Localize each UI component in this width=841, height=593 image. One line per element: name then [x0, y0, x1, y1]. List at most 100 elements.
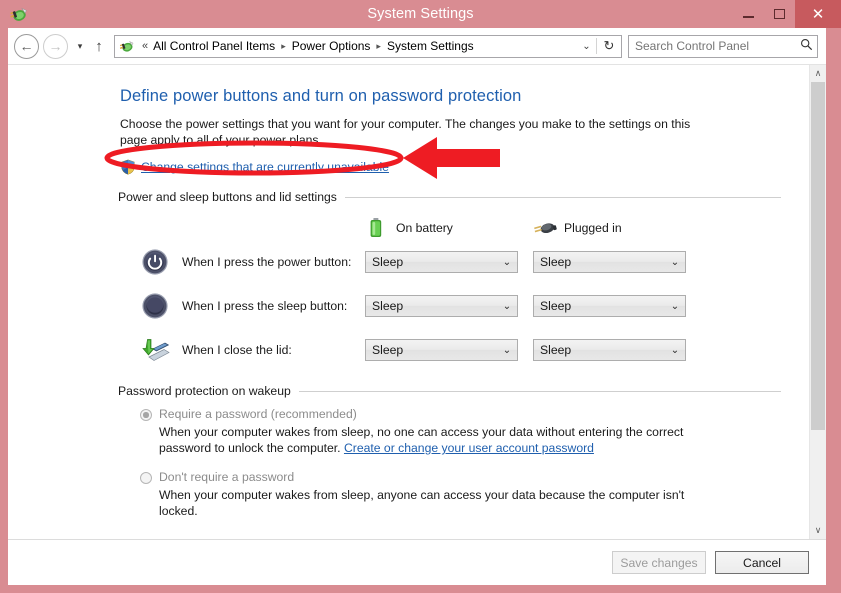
scroll-up-button[interactable]: ∧	[810, 65, 826, 82]
search-icon	[795, 38, 817, 54]
radio-option-no-password[interactable]: Don't require a password	[120, 470, 781, 485]
title-bar[interactable]: System Settings ✕	[0, 0, 841, 28]
chevron-up-icon: ∧	[814, 68, 822, 78]
power-button-on-battery-value: Sleep	[372, 255, 404, 269]
setting-label-sleep-button: When I press the sleep button:	[182, 299, 348, 313]
power-plug-icon	[118, 37, 136, 55]
up-button[interactable]: ↑	[88, 38, 110, 55]
chevron-down-icon: ∨	[814, 525, 822, 535]
chevron-down-icon: ⌄	[670, 256, 680, 268]
breadcrumb-separator-icon[interactable]: ▸	[372, 41, 385, 52]
radio-desc-dont-require-password: When your computer wakes from sleep, any…	[159, 488, 685, 518]
column-header-on-battery-label: On battery	[396, 221, 453, 235]
search-input[interactable]	[629, 38, 795, 54]
back-button[interactable]: ←	[14, 33, 39, 59]
system-settings-window: System Settings ✕ ← → ▾ ↑ « All Control …	[0, 0, 841, 593]
page-intro-text: Choose the power settings that you want …	[120, 117, 691, 147]
power-button-plugged-in-value: Sleep	[540, 255, 572, 269]
sleep-button-plugged-in-dropdown[interactable]: Sleep ⌄	[533, 295, 686, 317]
save-changes-button[interactable]: Save changes	[612, 551, 706, 574]
radio-label-require-password: Require a password (recommended)	[159, 407, 357, 421]
chevron-down-icon: ⌄	[502, 256, 512, 268]
address-dropdown-button[interactable]: ⌄	[577, 41, 596, 52]
power-button-on-battery-dropdown[interactable]: Sleep ⌄	[365, 251, 518, 273]
uac-link-row[interactable]: Change settings that are currently unava…	[120, 158, 781, 176]
window-controls: ✕	[733, 0, 841, 28]
sleep-button-icon	[138, 291, 172, 321]
setting-row-power-button: When I press the power button: Sleep ⌄ S…	[120, 240, 781, 284]
search-box[interactable]	[628, 34, 818, 58]
column-header-plugged-in-label: Plugged in	[564, 221, 622, 235]
password-group-label: Password protection on wakeup	[118, 384, 291, 398]
forward-arrow-icon: →	[48, 38, 63, 54]
page-title: Define power buttons and turn on passwor…	[120, 87, 522, 105]
refresh-icon: ↻	[603, 38, 615, 53]
radio-option-require-password[interactable]: Require a password (recommended)	[120, 407, 781, 422]
chevron-down-icon: ⌄	[670, 300, 680, 312]
recent-pages-button[interactable]: ▾	[72, 41, 88, 52]
breadcrumb-item-power-options[interactable]: Power Options	[290, 39, 373, 53]
setting-label-power-button: When I press the power button:	[182, 255, 352, 269]
chevron-down-icon: ⌄	[670, 344, 680, 356]
group-divider	[344, 196, 781, 198]
scrollbar-track[interactable]	[810, 82, 826, 522]
scrollbar-thumb[interactable]	[811, 82, 825, 430]
setting-label-close-lid: When I close the lid:	[182, 343, 292, 357]
close-lid-on-battery-dropdown[interactable]: Sleep ⌄	[365, 339, 518, 361]
change-settings-unavailable-link[interactable]: Change settings that are currently unava…	[141, 160, 389, 174]
window-title: System Settings	[367, 6, 474, 22]
uac-shield-icon	[120, 159, 136, 175]
vertical-scrollbar[interactable]: ∧ ∨	[809, 65, 826, 539]
address-bar[interactable]: « All Control Panel Items ▸ Power Option…	[114, 34, 622, 58]
content-pane: Define power buttons and turn on passwor…	[8, 65, 809, 539]
sleep-button-plugged-in-value: Sleep	[540, 299, 572, 313]
breadcrumb-item-system-settings[interactable]: System Settings	[385, 39, 476, 53]
power-sleep-group-header: Power and sleep buttons and lid settings	[118, 190, 781, 204]
chevron-down-icon: ⌄	[582, 40, 591, 52]
forward-button[interactable]: →	[43, 33, 68, 59]
breadcrumb-item-all-control-panel-items[interactable]: All Control Panel Items	[151, 39, 277, 53]
sleep-button-on-battery-value: Sleep	[372, 299, 404, 313]
radio-require-password[interactable]	[140, 409, 152, 421]
close-lid-plugged-in-dropdown[interactable]: Sleep ⌄	[533, 339, 686, 361]
power-button-plugged-in-dropdown[interactable]: Sleep ⌄	[533, 251, 686, 273]
radio-dont-require-password[interactable]	[140, 472, 152, 484]
maximize-icon	[774, 9, 785, 19]
setting-row-close-lid: When I close the lid: Sleep ⌄ Sleep ⌄	[120, 328, 781, 372]
laptop-lid-icon	[138, 335, 172, 365]
group-divider	[298, 390, 781, 392]
dialog-footer: Save changes Cancel	[8, 539, 826, 585]
create-change-password-link[interactable]: Create or change your user account passw…	[344, 441, 594, 455]
power-button-icon	[138, 247, 172, 277]
power-plug-icon	[531, 217, 557, 239]
column-headers: On battery Plugged in	[120, 216, 781, 240]
refresh-button[interactable]: ↻	[596, 38, 621, 54]
chevron-down-icon: ⌄	[502, 300, 512, 312]
minimize-icon	[743, 16, 754, 18]
close-lid-plugged-in-value: Sleep	[540, 343, 572, 357]
maximize-button[interactable]	[764, 0, 795, 28]
close-button[interactable]: ✕	[795, 0, 841, 28]
cancel-button[interactable]: Cancel	[715, 551, 809, 574]
breadcrumb: « All Control Panel Items ▸ Power Option…	[139, 39, 577, 53]
power-plug-icon	[8, 3, 30, 25]
breadcrumb-separator-icon[interactable]: ▸	[277, 41, 290, 52]
breadcrumb-overflow-icon[interactable]: «	[139, 40, 151, 52]
scroll-down-button[interactable]: ∨	[810, 522, 826, 539]
setting-row-sleep-button: When I press the sleep button: Sleep ⌄ S…	[120, 284, 781, 328]
column-header-on-battery: On battery	[363, 217, 531, 239]
sleep-button-on-battery-dropdown[interactable]: Sleep ⌄	[365, 295, 518, 317]
power-sleep-group-label: Power and sleep buttons and lid settings	[118, 190, 337, 204]
password-group-header: Password protection on wakeup	[118, 384, 781, 398]
chevron-down-icon: ▾	[77, 40, 83, 51]
close-icon: ✕	[811, 5, 825, 23]
chevron-down-icon: ⌄	[502, 344, 512, 356]
navigation-bar: ← → ▾ ↑ « All Control Panel Items ▸ Powe…	[8, 28, 826, 64]
up-arrow-icon: ↑	[95, 37, 103, 55]
radio-desc-require-password: When your computer wakes from sleep, no …	[120, 424, 715, 456]
body-row: Define power buttons and turn on passwor…	[8, 64, 826, 539]
client-area: ← → ▾ ↑ « All Control Panel Items ▸ Powe…	[8, 28, 826, 585]
battery-icon	[363, 217, 389, 239]
minimize-button[interactable]	[733, 0, 764, 28]
close-lid-on-battery-value: Sleep	[372, 343, 404, 357]
